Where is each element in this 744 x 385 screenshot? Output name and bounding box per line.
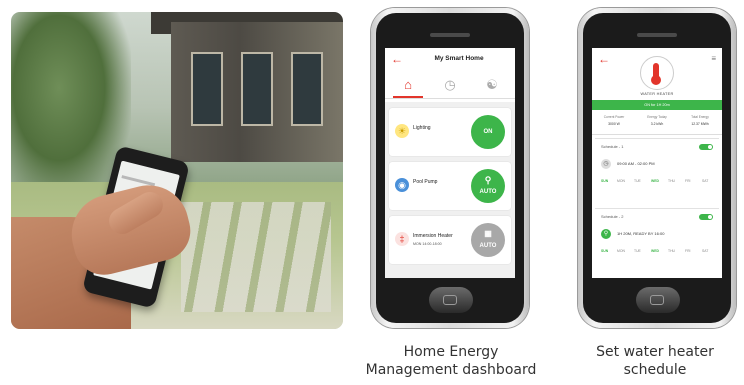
schedule-toggle[interactable] xyxy=(699,214,713,220)
bulb-icon: ☀ xyxy=(395,124,409,138)
stats-row: Current Power 3000 W Energy Today 3.2 kWh … xyxy=(592,112,722,135)
schedule-label: Schedule - 1 xyxy=(601,144,624,149)
day-wed[interactable]: WED xyxy=(651,249,659,253)
home-button[interactable] xyxy=(429,287,473,313)
device-card-lighting[interactable]: ☀ Lighting ON xyxy=(389,108,511,156)
day-fri[interactable]: FRI xyxy=(685,179,690,183)
tab-bar: ⌂ ◷ ☯ xyxy=(385,74,515,99)
phone-speaker xyxy=(430,33,470,37)
status-bar: ON for 1H 20m xyxy=(592,100,722,110)
phone-dashboard: ← My Smart Home ⌂ ◷ ☯ ☀ Lighting ON ◉ Po… xyxy=(371,8,529,328)
day-selector: SUN MON TUE WED THU FRI SAT xyxy=(601,249,715,257)
hand-holding-phone-photo xyxy=(11,12,343,329)
schedule-time: 1H 20M, READY BY 16:00 xyxy=(617,231,665,236)
day-wed[interactable]: WED xyxy=(651,179,659,183)
clock-icon: ◷ xyxy=(601,159,611,169)
stat-current-power: Current Power 3000 W xyxy=(603,115,625,126)
device-list: ☀ Lighting ON ◉ Pool Pump ⚲ AUTO ‡ Immer… xyxy=(385,102,515,278)
device-card-immersion-heater[interactable]: ‡ Immersion Heater MON 14:00-18:00 ▦ AUT… xyxy=(389,216,511,264)
schedule-label: Schedule - 2 xyxy=(601,214,624,219)
house xyxy=(171,22,343,162)
calendar-icon: ▦ xyxy=(484,229,492,238)
schedule-time: 09:00 AM - 02:00 PM xyxy=(617,161,655,166)
day-tue[interactable]: TUE xyxy=(634,179,641,183)
pump-icon: ◉ xyxy=(395,178,409,192)
day-fri[interactable]: FRI xyxy=(685,249,690,253)
back-arrow-icon[interactable]: ← xyxy=(598,53,610,65)
menu-icon[interactable]: ≡ xyxy=(711,54,716,63)
phone-water-heater: ← ≡ WATER HEATER ON for 1H 20m Current P… xyxy=(578,8,736,328)
day-thu[interactable]: THU xyxy=(668,249,675,253)
thermometer-icon: ‡ xyxy=(395,232,409,246)
schedule-card-2[interactable]: Schedule - 2 ⚲ 1H 20M, READY BY 16:00 SU… xyxy=(595,208,719,273)
network-icon[interactable]: ☯ xyxy=(477,76,507,96)
on-button[interactable]: ON xyxy=(471,115,505,149)
auto-button[interactable]: ▦ AUTO xyxy=(471,223,505,257)
stat-energy-today: Energy Today 3.2 kWh xyxy=(647,115,667,126)
house-window xyxy=(241,52,273,126)
device-card-pool-pump[interactable]: ◉ Pool Pump ⚲ AUTO xyxy=(389,162,511,210)
gauge-icon[interactable]: ◷ xyxy=(435,76,465,96)
day-mon[interactable]: MON xyxy=(617,179,625,183)
location-pin-icon: ⚲ xyxy=(484,175,492,185)
home-button[interactable] xyxy=(636,287,680,313)
day-tue[interactable]: TUE xyxy=(634,249,641,253)
water-heater-screen: ← ≡ WATER HEATER ON for 1H 20m Current P… xyxy=(592,48,722,278)
stat-total-energy: Total Energy 12.37 MWh xyxy=(691,115,709,126)
stone-path xyxy=(181,202,331,312)
day-sun[interactable]: SUN xyxy=(601,249,608,253)
device-name: Lighting xyxy=(413,125,431,131)
water-heater-icon xyxy=(640,56,674,90)
phone-speaker xyxy=(637,33,677,37)
schedule-card-1[interactable]: Schedule - 1 ◷ 09:00 AM - 02:00 PM SUN M… xyxy=(595,138,719,203)
day-thu[interactable]: THU xyxy=(668,179,675,183)
device-name: Immersion Heater xyxy=(413,233,453,239)
auto-button[interactable]: ⚲ AUTO xyxy=(471,169,505,203)
day-sat[interactable]: SAT xyxy=(702,179,708,183)
day-sun[interactable]: SUN xyxy=(601,179,608,183)
phone-body: ← My Smart Home ⌂ ◷ ☯ ☀ Lighting ON ◉ Po… xyxy=(376,13,524,323)
location-pin-icon: ⚲ xyxy=(601,229,611,239)
schedule-toggle[interactable] xyxy=(699,144,713,150)
caption-dashboard: Home Energy Management dashboard xyxy=(365,344,537,378)
day-sat[interactable]: SAT xyxy=(702,249,708,253)
day-selector: SUN MON TUE WED THU FRI SAT xyxy=(601,179,715,187)
page-title: My Smart Home xyxy=(434,55,484,62)
caption-water-heater: Set water heater schedule xyxy=(596,344,714,378)
home-icon[interactable]: ⌂ xyxy=(393,76,423,98)
house-window xyxy=(291,52,323,126)
device-title: WATER HEATER xyxy=(640,92,674,96)
day-mon[interactable]: MON xyxy=(617,249,625,253)
dashboard-screen: ← My Smart Home ⌂ ◷ ☯ ☀ Lighting ON ◉ Po… xyxy=(385,48,515,278)
house-window xyxy=(191,52,223,126)
device-name: Pool Pump xyxy=(413,179,438,185)
back-arrow-icon[interactable]: ← xyxy=(391,53,403,65)
device-schedule: MON 14:00-18:00 xyxy=(413,242,442,246)
phone-body: ← ≡ WATER HEATER ON for 1H 20m Current P… xyxy=(583,13,731,323)
app-header: ← My Smart Home xyxy=(385,48,515,72)
